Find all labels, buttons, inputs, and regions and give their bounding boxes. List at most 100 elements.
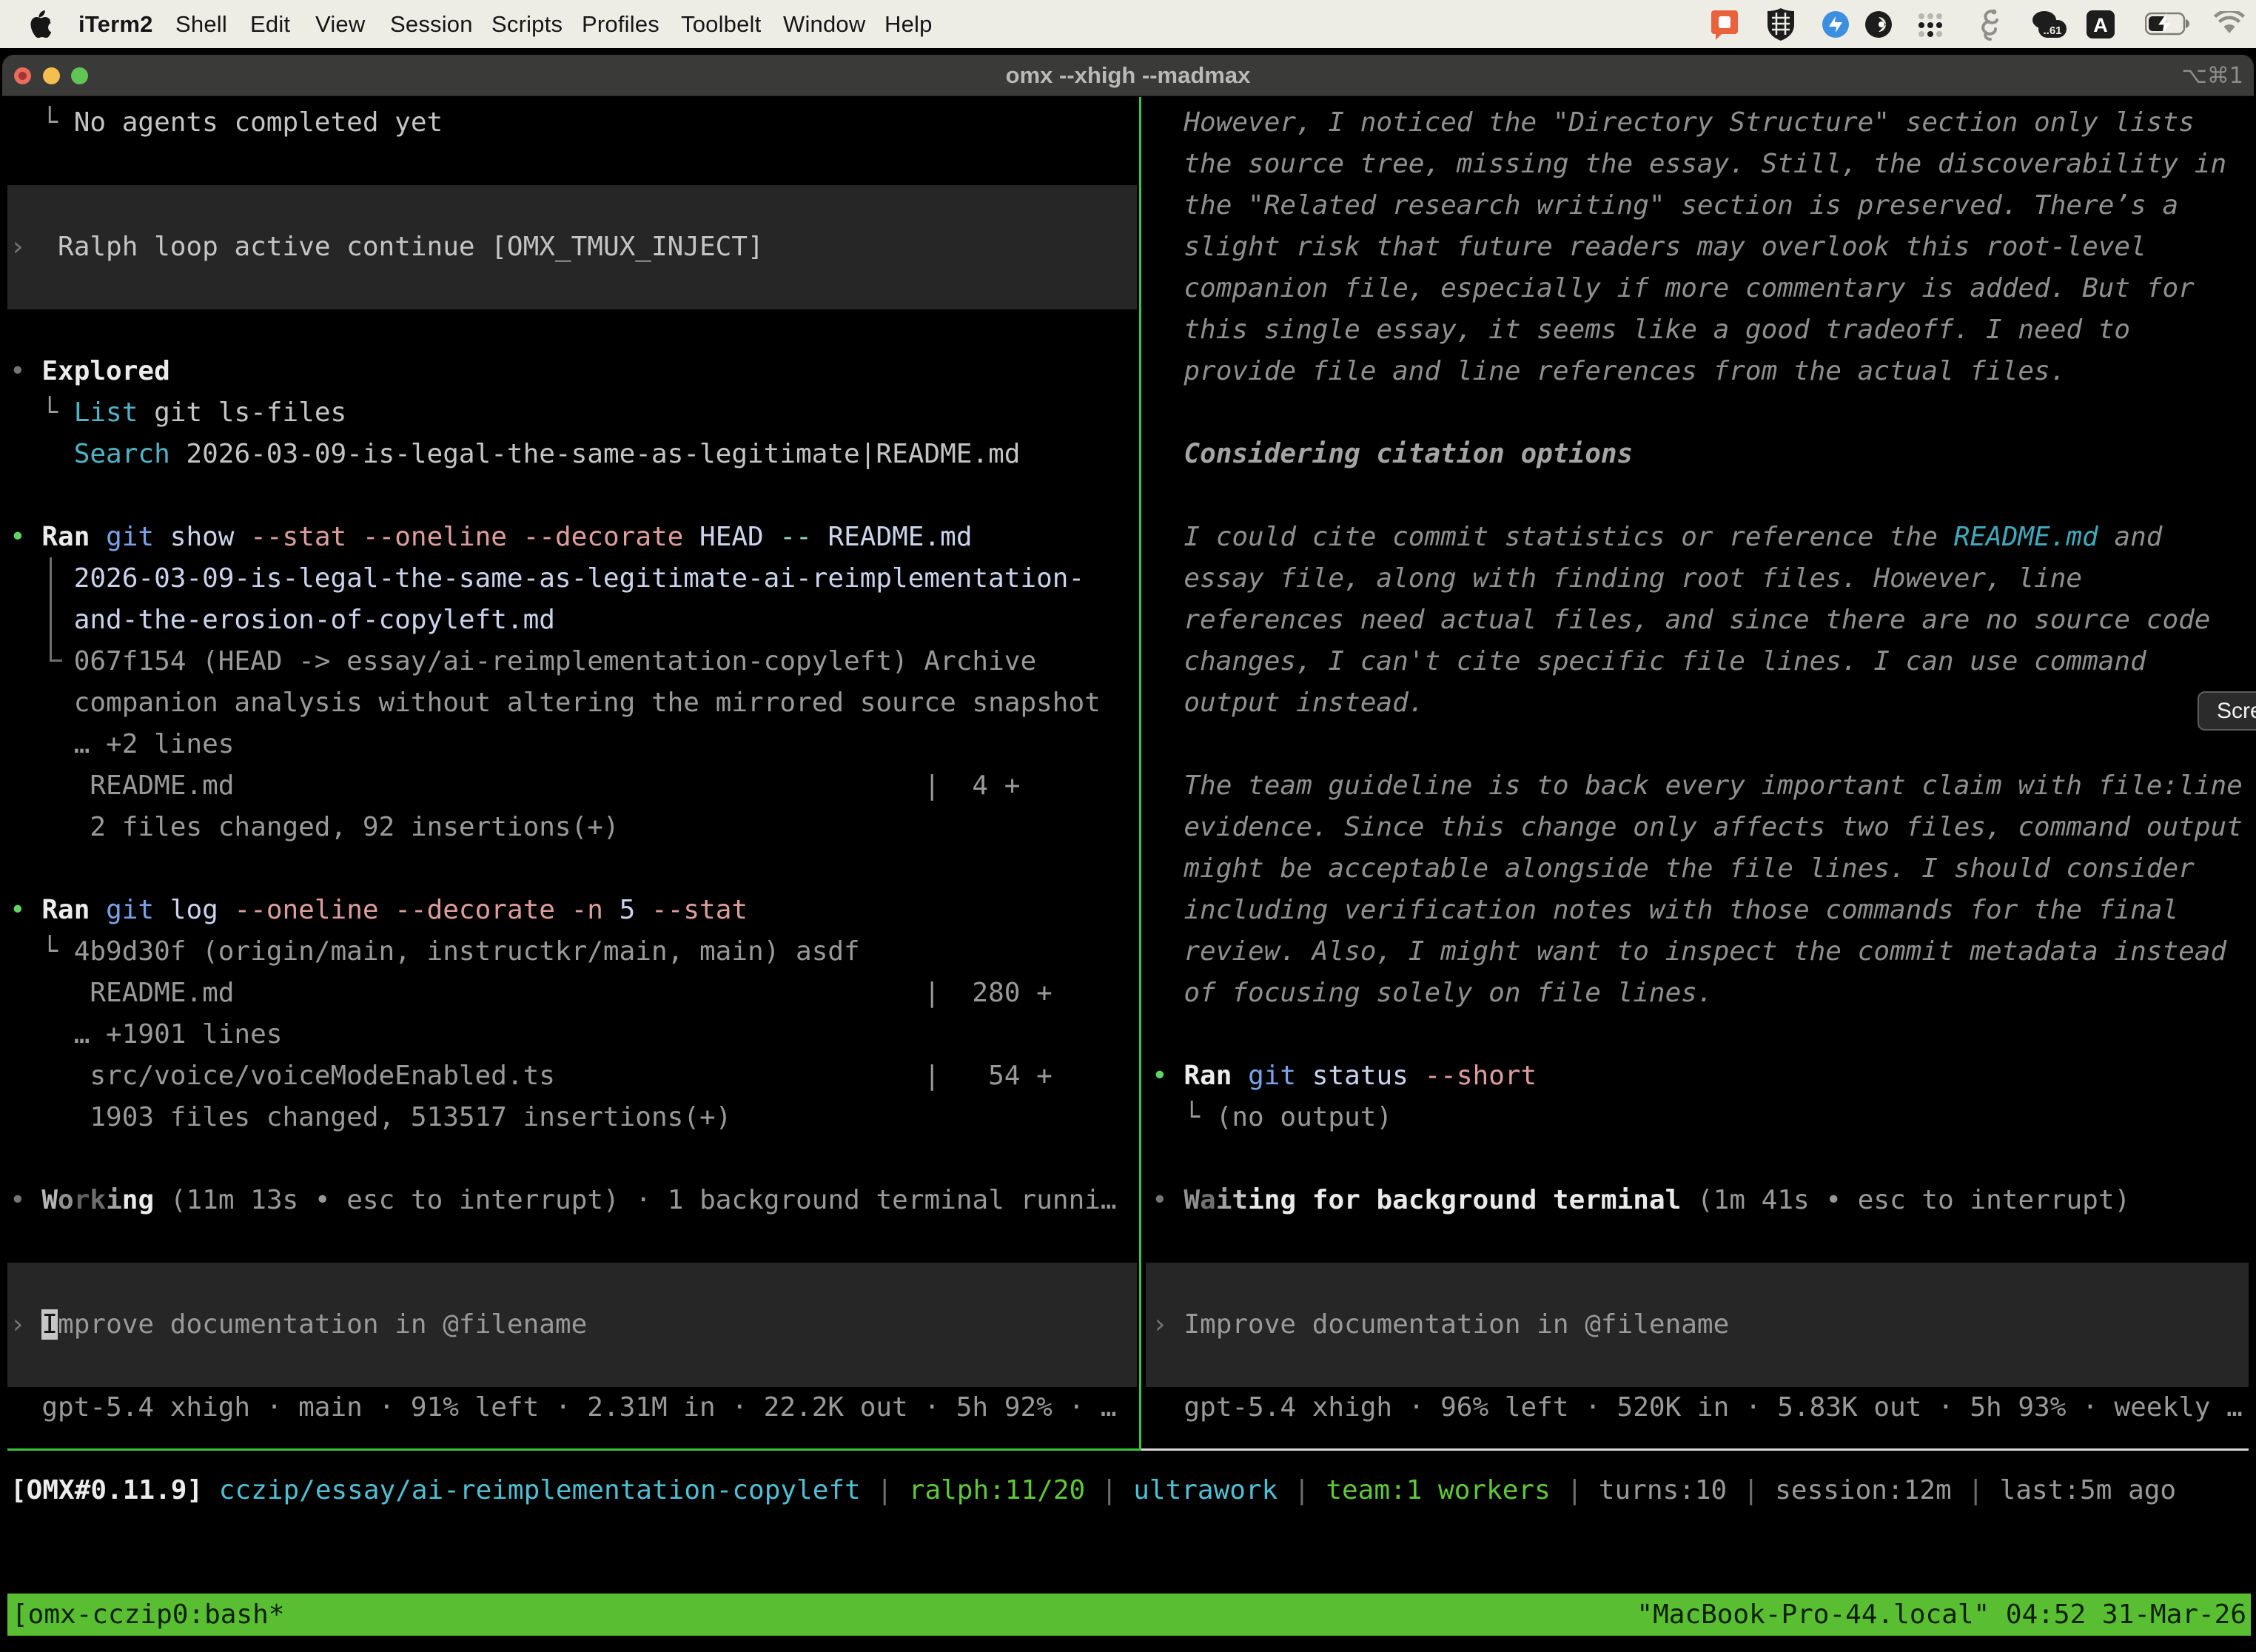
- terminal-line-left-29: › Improve documentation in @filename: [10, 1304, 587, 1346]
- dark-disc-icon[interactable]: [1864, 10, 1893, 39]
- line-segment: changes, I can't cite specific file line…: [1152, 646, 2146, 676]
- battery-charging-icon[interactable]: [2145, 11, 2191, 36]
- dot-grid-icon[interactable]: [1916, 10, 1945, 40]
- menu-item-toolbelt[interactable]: Toolbelt: [681, 0, 761, 48]
- dragon-icon[interactable]: [1976, 7, 2001, 42]
- line-segment: … +1901 lines: [10, 1019, 282, 1050]
- terminal-line-left-23: src/voice/voiceModeEnabled.ts | 54 +: [10, 1055, 1053, 1097]
- line-segment: (11m 13s • esc to interrupt) · 1 backgro…: [154, 1185, 1116, 1215]
- line-segment: references need actual files, and since …: [1152, 605, 2210, 635]
- line-segment: README.md | 4 +: [10, 770, 1020, 801]
- line-segment: The team guideline is to back every impo…: [1152, 770, 2243, 801]
- menu-item-view[interactable]: View: [315, 0, 365, 48]
- window-titlebar[interactable]: omx --xhigh --madmax ⌥⌘1: [2, 55, 2254, 96]
- line-segment: --oneline --decorate -n: [234, 895, 603, 925]
- line-segment: Search: [74, 439, 170, 469]
- terminal-line-right-13: changes, I can't cite specific file line…: [1152, 641, 2146, 682]
- terminal-line-left-17: 2 files changed, 92 insertions(+): [10, 807, 620, 848]
- line-segment: slight risk that future readers may over…: [1152, 232, 2146, 262]
- status-segment: turns:10: [1599, 1475, 1727, 1505]
- line-segment: a: [1200, 1185, 1216, 1215]
- line-segment: t: [1232, 1185, 1248, 1215]
- pane-divider[interactable]: [1139, 97, 1141, 1451]
- terminal-line-right-21: of focusing solely on file lines.: [1152, 973, 1713, 1014]
- screen-tooltip-label: Scre: [2217, 699, 2256, 724]
- terminal-line-left-11: 2026-03-09-is-legal-the-same-as-legitima…: [10, 558, 1084, 600]
- line-segment: I could cite commit statistics or refere…: [1152, 522, 1954, 552]
- terminal-line-left-20: └ 4b9d30f (origin/main, instructkr/main,…: [10, 931, 860, 973]
- menu-item-window[interactable]: Window: [783, 0, 865, 48]
- line-segment: ›: [10, 232, 58, 262]
- line-segment: Ran: [1184, 1061, 1232, 1091]
- bubble-count-label: ..61: [2043, 24, 2061, 37]
- terminal-line-right-11: essay file, along with finding root file…: [1152, 558, 2082, 600]
- terminal-line-left-0: └ No agents completed yet: [10, 102, 443, 144]
- line-segment: W: [41, 1185, 58, 1215]
- line-segment: 2026-03-09-is-legal-the-same-as-legitima…: [170, 439, 1021, 469]
- screen-tooltip: Scre: [2198, 691, 2256, 731]
- line-segment: companion file, especially if more comme…: [1152, 273, 2195, 303]
- line-segment: the "Related research writing" section i…: [1152, 190, 2178, 221]
- terminal-line-left-6: • Explored: [10, 351, 170, 392]
- line-segment: Ralph loop active continue [OMX_TMUX_INJ…: [58, 232, 764, 262]
- line-segment: of focusing solely on file lines.: [1152, 978, 1713, 1008]
- line-segment: •: [10, 522, 41, 552]
- line-segment: •: [1152, 1185, 1184, 1215]
- terminal-line-right-5: this single essay, it seems like a good …: [1152, 309, 2130, 351]
- iterm2-window: omx --xhigh --madmax ⌥⌘1 └ No agents com…: [2, 55, 2254, 1646]
- tmux-status-bar: [omx-cczip0:bash* "MacBook-Pro-44.local"…: [7, 1594, 2251, 1636]
- terminal-line-left-16: README.md | 4 +: [10, 765, 1020, 807]
- bubble-count-icon[interactable]: ..61: [2030, 10, 2068, 39]
- terminal-content[interactable]: └ No agents completed yet › Ralph loop ac…: [2, 97, 2254, 1646]
- line-segment: •: [10, 356, 41, 386]
- terminal-line-left-19: • Ran git log --oneline --decorate -n 5 …: [10, 890, 748, 931]
- status-segment: team:1 workers: [1326, 1475, 1550, 1505]
- status-segment: |: [1551, 1475, 1599, 1505]
- line-segment: Ran: [41, 895, 90, 925]
- line-segment: --short: [1425, 1061, 1537, 1091]
- menu-item-help[interactable]: Help: [884, 0, 933, 48]
- terminal-line-left-24: 1903 files changed, 513517 insertions(+): [10, 1097, 731, 1138]
- menu-item-scripts[interactable]: Scripts: [491, 0, 563, 48]
- blue-sync-icon[interactable]: [1821, 10, 1850, 39]
- status-segment: cczip/essay/ai-reimplementation-copyleft: [219, 1475, 861, 1505]
- line-segment: However, I noticed the "Directory Struct…: [1152, 107, 2195, 138]
- terminal-line-right-3: slight risk that future readers may over…: [1152, 226, 2146, 268]
- line-segment: README.md: [1954, 522, 2098, 552]
- keyboard-layout-icon[interactable]: A: [2086, 10, 2115, 39]
- line-segment: status: [1296, 1061, 1424, 1091]
- terminal-line-right-19: including verification notes with those …: [1152, 890, 2178, 931]
- orange-chat-icon[interactable]: [1710, 9, 1739, 40]
- line-segment: No agents completed yet: [74, 107, 443, 138]
- line-segment: ›: [10, 1309, 41, 1340]
- wifi-icon[interactable]: [2213, 11, 2246, 36]
- line-segment: README.md: [812, 522, 973, 552]
- line-segment: (1m 41s • esc to interrupt): [1681, 1185, 2130, 1215]
- terminal-line-right-1: the source tree, missing the essay. Stil…: [1152, 144, 2226, 185]
- menu-item-edit[interactable]: Edit: [250, 0, 290, 48]
- line-segment: [90, 895, 106, 925]
- apple-menu-icon[interactable]: [30, 10, 52, 38]
- terminal-line-right-26: • Waiting for background terminal (1m 41…: [1152, 1180, 2130, 1221]
- terminal-line-left-7: └ List git ls-files: [10, 392, 346, 434]
- status-segment: [203, 1475, 219, 1505]
- macos-menu-bar: iTerm2 Shell Edit View Session Scripts P…: [0, 0, 2256, 48]
- menu-item-iterm2[interactable]: iTerm2: [78, 0, 153, 48]
- line-segment: 5: [603, 895, 651, 925]
- menu-item-shell[interactable]: Shell: [175, 0, 227, 48]
- line-segment: List: [74, 397, 138, 428]
- terminal-line-right-6: provide file and line references from th…: [1152, 351, 2066, 392]
- line-segment: ng: [122, 1185, 154, 1215]
- line-segment: --stat: [651, 895, 748, 925]
- line-segment: W: [1184, 1185, 1200, 1215]
- menu-item-session[interactable]: Session: [390, 0, 473, 48]
- shield-icon[interactable]: [1766, 7, 1796, 41]
- line-segment: git ls-files: [138, 397, 346, 428]
- line-segment: --: [779, 522, 811, 552]
- terminal-line-left-3: › Ralph loop active continue [OMX_TMUX_I…: [10, 226, 764, 268]
- line-segment: k: [90, 1185, 106, 1215]
- menu-item-profiles[interactable]: Profiles: [582, 0, 659, 48]
- status-segment: |: [1727, 1475, 1775, 1505]
- tmux-host-clock-label: "MacBook-Pro-44.local" 04:52 31-Mar-26: [1636, 1594, 2246, 1636]
- screen: { "menu_bar": { "items": ["iTerm2", "She…: [0, 0, 2256, 1652]
